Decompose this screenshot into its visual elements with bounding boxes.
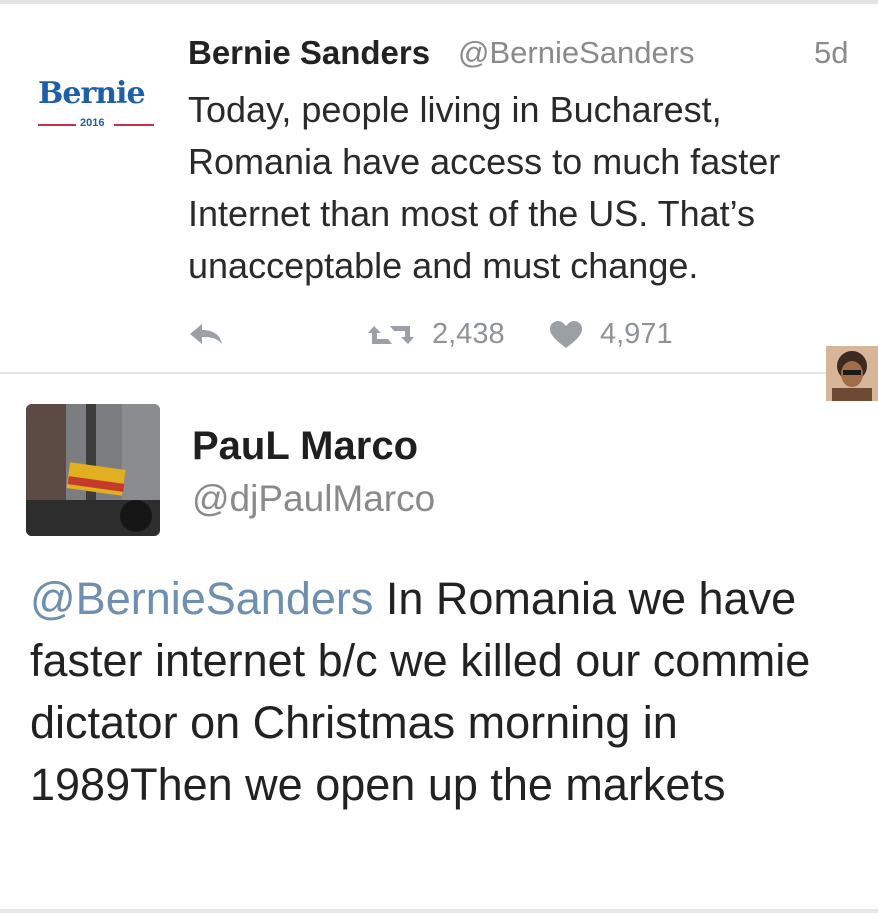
mention-link[interactable]: @BernieSanders [30,573,373,624]
bottom-divider [0,909,878,913]
profile-face-icon [826,346,878,401]
retweet-icon[interactable] [366,320,416,350]
author-name[interactable]: Bernie Sanders [188,34,430,72]
tweet-divider [0,372,878,374]
logo-line-left [38,124,76,126]
flag-street-photo-icon [26,404,160,536]
logo-line-right [114,124,154,126]
profile-avatar[interactable] [26,404,160,536]
logo-word: Bernie [38,76,146,111]
author-handle[interactable]: @BernieSanders [458,35,695,71]
tweet-actions: 2,438 4,971 [0,314,878,354]
like-count: 4,971 [600,318,673,350]
author-name[interactable]: PauL Marco [192,424,418,469]
tweet-bernie[interactable]: Bernie 2016 Bernie Sanders @BernieSander… [0,4,878,374]
retweet-count: 2,438 [432,318,505,350]
logo-year: 2016 [80,117,105,129]
bernie-2016-logo[interactable]: Bernie 2016 [34,74,158,134]
tweet-text: @BernieSanders In Romania we have faster… [30,568,860,816]
tweet-text: Today, people living in Bucharest, Roman… [188,89,781,286]
heart-icon[interactable] [548,320,584,350]
tweet-time[interactable]: 5d [814,35,848,71]
author-handle[interactable]: @djPaulMarco [192,478,435,520]
small-profile-avatar[interactable] [826,346,878,401]
reply-icon[interactable] [186,320,226,348]
